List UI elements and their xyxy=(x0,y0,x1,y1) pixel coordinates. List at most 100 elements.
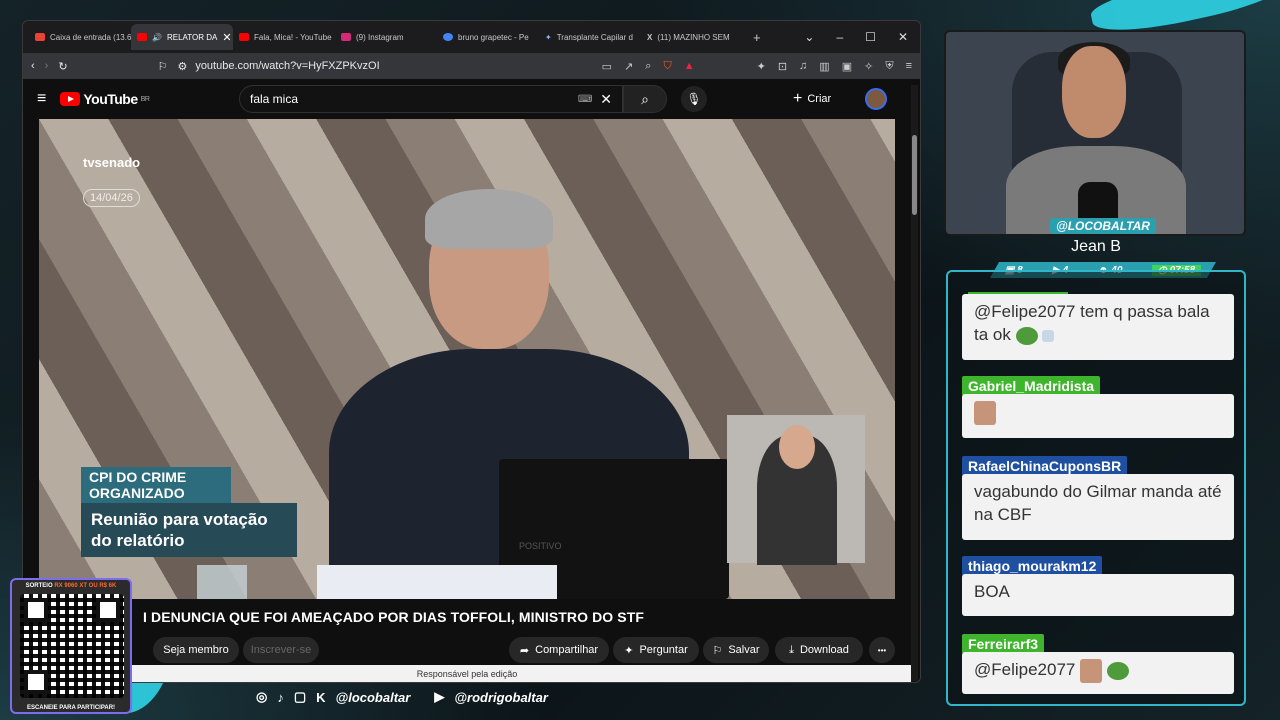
brave-shield-icon[interactable]: ⛉ xyxy=(663,60,671,73)
emote-icon xyxy=(1042,329,1055,342)
tab-label: bruno grapetec - Pe xyxy=(458,32,529,42)
qr-code[interactable] xyxy=(20,594,124,698)
search-input[interactable]: fala mica ⌨ ✕ xyxy=(239,85,623,113)
tab-label: Fala, Mica! - YouTube xyxy=(254,32,332,42)
mic-icon: 🎙 xyxy=(686,92,702,106)
screenshot-icon[interactable]: ⊡ xyxy=(778,60,787,73)
giveaway-qr: SORTEIO RX 9060 XT OU R$ 6K ESCANEIE PAR… xyxy=(10,578,132,714)
plus-icon: + xyxy=(793,90,803,107)
chat-username: thiago_mourakm12 xyxy=(962,556,1103,576)
tab-fala-mica[interactable]: Fala, Mica! - YouTube xyxy=(233,24,335,50)
chat-message: @Felipe2077 xyxy=(962,652,1234,694)
vpn-icon[interactable]: ⛨ xyxy=(885,60,893,73)
video-date: 14/04/26 xyxy=(83,189,140,207)
tab-x[interactable]: X (11) MAZINHO SEM xyxy=(641,24,743,50)
clear-icon[interactable]: ✕ xyxy=(600,91,612,108)
menu-icon[interactable]: ≡ xyxy=(906,60,912,73)
subscribe-label: Inscrever-se xyxy=(250,644,312,656)
download-label: Download xyxy=(799,644,849,656)
speaker-icon: 🔊 xyxy=(152,32,162,42)
more-icon: ••• xyxy=(877,645,887,655)
url-text[interactable]: youtube.com/watch?v=HyFXZPKvzOI xyxy=(195,60,379,72)
share-icon: ➦ xyxy=(519,644,530,657)
giveaway-title: SORTEIO RX 9060 XT OU R$ 6K xyxy=(12,580,130,589)
brave-rewards-icon[interactable]: ▲ xyxy=(684,60,695,73)
leo-icon[interactable]: ✧ xyxy=(864,60,873,73)
tab-label: Caixa de entrada (13.6 xyxy=(50,32,131,42)
voice-search-button[interactable]: 🎙 xyxy=(681,86,707,112)
youtube-icon xyxy=(239,33,249,41)
tab-relator[interactable]: 🔊 RELATOR DA ✕ xyxy=(131,24,233,50)
forward-icon[interactable]: › xyxy=(45,60,49,72)
youtube-page: ≡ YouTube BR fala mica ⌨ ✕ ⌕ 🎙 + Criar PO… xyxy=(23,79,920,682)
search-value[interactable]: fala mica xyxy=(250,92,298,106)
share-icon[interactable]: ↗ xyxy=(624,60,633,73)
youtube-logo[interactable]: YouTube BR xyxy=(60,91,150,107)
message-text: @Felipe2077 xyxy=(974,660,1076,679)
chat-panel: @Felipe2077 tem q passa bala ta ok Gabri… xyxy=(946,270,1246,706)
bookmark-icon[interactable]: ⚐ xyxy=(158,60,168,73)
cast-icon[interactable]: ▭ xyxy=(602,60,612,73)
tab-gmail[interactable]: Caixa de entrada (13.6 xyxy=(29,24,131,50)
tab-gemini[interactable]: ✦ Transplante Capilar d xyxy=(539,24,641,50)
url-field[interactable]: ⚙ youtube.com/watch?v=HyFXZPKvzOI xyxy=(177,56,591,76)
back-icon[interactable]: ‹ xyxy=(31,60,35,72)
wallet-icon[interactable]: ▣ xyxy=(842,60,852,73)
scrollbar[interactable] xyxy=(911,85,918,681)
ask-button[interactable]: ✦ Perguntar xyxy=(613,637,699,663)
new-tab-button[interactable]: + xyxy=(743,30,771,45)
music-icon[interactable]: ♫ xyxy=(799,60,807,73)
minimize-icon[interactable]: – xyxy=(836,30,843,44)
pepe-emote-icon xyxy=(1015,326,1038,345)
social-handles: ◎ ♪ ▢ K @locobaltar ▶ @rodrigobaltar xyxy=(256,689,548,705)
x-icon: X xyxy=(647,32,653,42)
tab-label: (11) MAZINHO SEM xyxy=(657,32,730,42)
youtube-icon: ▶ xyxy=(434,689,445,704)
sign-language-inset xyxy=(727,415,865,565)
handle-rodrigobaltar: @rodrigobaltar xyxy=(454,689,548,705)
keyboard-icon[interactable]: ⌨ xyxy=(578,94,592,105)
tab-google[interactable]: bruno grapetec - Pe xyxy=(437,24,539,50)
tiktok-icon: ♪ xyxy=(277,689,284,705)
site-info-icon[interactable]: ⚙ xyxy=(177,60,187,73)
handle-locobaltar: @locobaltar xyxy=(335,689,411,705)
tab-instagram[interactable]: (9) Instagram xyxy=(335,24,437,50)
laptop-brand: POSITIVO xyxy=(519,541,562,551)
close-icon[interactable]: ✕ xyxy=(222,31,231,44)
maximize-icon[interactable]: ☐ xyxy=(865,30,876,44)
save-button[interactable]: ⚐ Salvar xyxy=(703,637,769,663)
instagram-icon: ◎ xyxy=(256,689,268,704)
avatar[interactable] xyxy=(865,88,887,110)
sidebar-icon[interactable]: ▥ xyxy=(819,60,829,73)
scrollbar-thumb[interactable] xyxy=(912,135,917,215)
save-label: Salvar xyxy=(728,644,760,656)
youtube-header: ≡ YouTube BR fala mica ⌨ ✕ ⌕ 🎙 + Criar xyxy=(23,79,920,119)
chat-message: BOA xyxy=(962,574,1234,616)
share-button[interactable]: ➦ Compartilhar xyxy=(509,637,609,663)
webcam xyxy=(944,30,1246,236)
twitch-icon: ▢ xyxy=(293,689,307,704)
pepe-emote-icon xyxy=(1106,661,1129,680)
tab-label: Transplante Capilar d xyxy=(556,32,633,42)
close-window-icon[interactable]: ✕ xyxy=(898,30,908,44)
caption-top: CPI DO CRIME ORGANIZADO xyxy=(81,467,231,503)
sparkle-icon: ✦ xyxy=(624,644,634,657)
youtube-icon xyxy=(137,33,147,41)
tab-bar: Caixa de entrada (13.6 🔊 RELATOR DA ✕ Fala… xyxy=(23,21,920,53)
chevron-down-icon[interactable]: ⌄ xyxy=(804,30,814,44)
face-emote-icon xyxy=(1080,658,1103,683)
address-bar-row: ‹ › ↻ ⚐ ⚙ youtube.com/watch?v=HyFXZPKvzO… xyxy=(23,53,920,79)
create-button[interactable]: + Criar xyxy=(793,90,831,108)
video-player[interactable]: POSITIVO tvsenado 14/04/26 CPI DO CRIME … xyxy=(39,119,895,599)
more-button[interactable]: ••• xyxy=(869,637,895,663)
hamburger-icon[interactable]: ≡ xyxy=(37,90,46,108)
zoom-icon[interactable]: ⌕ xyxy=(645,60,651,73)
download-button[interactable]: ⤓ Download xyxy=(775,637,863,663)
search-button[interactable]: ⌕ xyxy=(623,85,667,113)
extensions-icon[interactable]: ✦ xyxy=(757,60,766,73)
reload-icon[interactable]: ↻ xyxy=(58,60,67,73)
chat-message: vagabundo do Gilmar manda até na CBF xyxy=(962,474,1234,540)
member-button[interactable]: Seja membro xyxy=(153,637,239,663)
member-label: Seja membro xyxy=(163,644,229,656)
subscribe-button[interactable]: Inscrever-se xyxy=(243,637,319,663)
